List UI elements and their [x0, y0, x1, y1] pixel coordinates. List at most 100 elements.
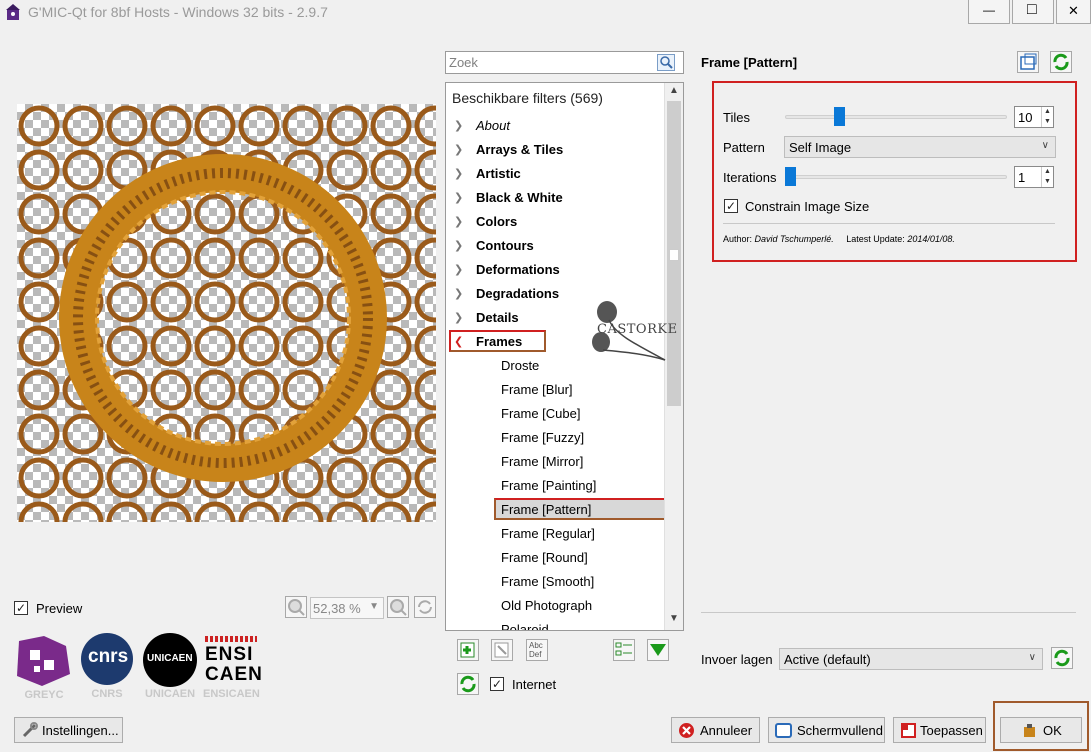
pattern-label: Pattern	[723, 140, 765, 155]
iterations-spinbox[interactable]: 1 ▲ ▼	[1014, 166, 1054, 188]
input-layers-select[interactable]: Active (default) ∨	[779, 648, 1043, 670]
expand-all-button[interactable]	[647, 639, 669, 661]
filter-title: Frame [Pattern]	[701, 55, 798, 70]
tiles-spinbox[interactable]: 10 ▲ ▼	[1014, 106, 1054, 128]
spin-down-icon[interactable]: ▼	[1041, 117, 1053, 127]
zoom-out-button[interactable]	[285, 596, 307, 618]
tree-item-arrays-tiles[interactable]: ❯ Arrays & Tiles	[446, 138, 662, 162]
ensicaen-stripes	[205, 636, 257, 642]
tree-item-contours[interactable]: ❯ Contours	[446, 234, 662, 258]
filter-credits: Author: David Tschumperlé. Latest Update…	[723, 234, 955, 244]
fullscreen-icon	[775, 723, 792, 738]
zoom-combo[interactable]: 52,38 % ▼	[310, 597, 384, 619]
tree-item-frame-regular[interactable]: Frame [Regular]	[446, 522, 662, 546]
frame-preview-image	[17, 104, 436, 522]
spin-up-icon[interactable]: ▲	[1041, 167, 1053, 177]
chevron-right-icon[interactable]: ❯	[454, 239, 466, 252]
chevron-right-icon[interactable]: ❯	[454, 215, 466, 228]
window-title: G'MIC-Qt for 8bf Hosts - Windows 32 bits…	[28, 4, 328, 20]
add-favorite-button[interactable]	[457, 639, 479, 661]
minimize-icon: —	[983, 3, 995, 17]
tree-item-old-photograph[interactable]: Old Photograph	[446, 594, 662, 618]
scroll-up-icon[interactable]: ▲	[669, 85, 679, 96]
zoom-out-icon	[288, 599, 305, 616]
remove-favorite-icon	[494, 642, 509, 658]
chevron-down-icon[interactable]: ❮	[454, 335, 466, 348]
tree-item-frame-pattern[interactable]: Frame [Pattern]	[446, 498, 666, 522]
chevron-down-icon: ∨	[1028, 652, 1036, 663]
reset-params-button[interactable]	[1050, 51, 1072, 73]
cancel-icon	[679, 723, 694, 738]
zoom-in-button[interactable]	[387, 596, 409, 618]
maximize-button[interactable]: □	[1012, 0, 1054, 24]
tree-item-frame-fuzzy[interactable]: Frame [Fuzzy]	[446, 426, 662, 450]
tree-item-polaroid[interactable]: Polaroid	[446, 618, 662, 630]
zoom-in-icon	[390, 599, 407, 616]
refresh-layers-button[interactable]	[1051, 647, 1073, 669]
tiles-slider[interactable]	[785, 115, 1007, 119]
refresh-preview-button[interactable]	[414, 596, 436, 618]
preview-checkbox[interactable]: ✓	[14, 601, 28, 615]
chevron-right-icon[interactable]: ❯	[454, 311, 466, 324]
update-filters-button[interactable]	[457, 673, 479, 695]
toggle-visibility-button[interactable]	[613, 639, 635, 661]
search-input[interactable]	[446, 52, 656, 73]
tree-item-frame-mirror[interactable]: Frame [Mirror]	[446, 450, 662, 474]
iterations-slider[interactable]	[785, 175, 1007, 179]
tree-item-frame-smooth[interactable]: Frame [Smooth]	[446, 570, 662, 594]
apply-button[interactable]: Toepassen	[893, 717, 986, 743]
tree-item-deformations[interactable]: ❯ Deformations	[446, 258, 662, 282]
constrain-size-label: Constrain Image Size	[745, 199, 870, 214]
settings-button[interactable]: Instellingen...	[14, 717, 123, 743]
close-button[interactable]: ✕	[1056, 0, 1091, 24]
internet-label: Internet	[512, 677, 557, 692]
search-box[interactable]	[445, 51, 684, 74]
refresh-icon	[460, 675, 476, 693]
constrain-size-checkbox[interactable]: ✓	[724, 199, 738, 213]
cancel-button[interactable]: Annuleer	[671, 717, 760, 743]
tiles-label: Tiles	[723, 110, 750, 125]
scroll-down-icon[interactable]: ▼	[669, 613, 679, 624]
tree-item-about[interactable]: ❯ About	[446, 114, 662, 138]
window-icon	[1020, 53, 1037, 70]
search-icon[interactable]	[657, 54, 675, 71]
chevron-right-icon[interactable]: ❯	[454, 191, 466, 204]
copy-to-clipboard-button[interactable]	[1017, 51, 1039, 73]
tiles-slider-thumb[interactable]	[833, 107, 845, 126]
tree-item-black-white[interactable]: ❯ Black & White	[446, 186, 662, 210]
tree-item-frame-blur[interactable]: Frame [Blur]	[446, 378, 662, 402]
pattern-select[interactable]: Self Image ∨	[784, 136, 1056, 158]
remove-favorite-button[interactable]	[491, 639, 513, 661]
tree-item-frame-painting[interactable]: Frame [Painting]	[446, 474, 662, 498]
chevron-right-icon[interactable]: ❯	[454, 167, 466, 180]
filter-tree-header: Beschikbare filters (569)	[452, 90, 603, 106]
spin-down-icon[interactable]: ▼	[1041, 177, 1053, 187]
chevron-right-icon[interactable]: ❯	[454, 287, 466, 300]
iterations-label: Iterations	[723, 170, 777, 185]
close-icon: ✕	[1068, 3, 1079, 18]
tree-item-frame-cube[interactable]: Frame [Cube]	[446, 402, 662, 426]
tree-item-colors[interactable]: ❯ Colors	[446, 210, 662, 234]
tools-icon	[22, 722, 38, 738]
internet-checkbox[interactable]: ✓	[490, 677, 504, 691]
chevron-right-icon[interactable]: ❯	[454, 263, 466, 276]
param-divider	[723, 223, 1055, 224]
fullscreen-button[interactable]: Schermvullend	[768, 717, 885, 743]
gmic-app-icon	[6, 4, 20, 20]
rename-favorite-button[interactable]: Abc Def	[526, 639, 548, 661]
ok-button[interactable]: OK	[1000, 717, 1082, 743]
chevron-right-icon[interactable]: ❯	[454, 119, 466, 132]
iterations-slider-thumb[interactable]	[785, 167, 796, 186]
chevron-down-icon: ∨	[1041, 140, 1049, 151]
ensicaen-logo: ENSI CAEN ENSICAEN	[203, 636, 262, 702]
spin-up-icon[interactable]: ▲	[1041, 107, 1053, 117]
preview-canvas[interactable]	[17, 104, 436, 522]
tree-item-artistic[interactable]: ❯ Artistic	[446, 162, 662, 186]
castorke-watermark: CASTORKE	[585, 294, 677, 366]
scrollbar-marker	[669, 249, 679, 261]
tree-item-frame-round[interactable]: Frame [Round]	[446, 546, 662, 570]
minimize-button[interactable]: —	[968, 0, 1010, 24]
apply-icon	[901, 723, 916, 738]
preview-label: Preview	[36, 601, 83, 616]
chevron-right-icon[interactable]: ❯	[454, 143, 466, 156]
